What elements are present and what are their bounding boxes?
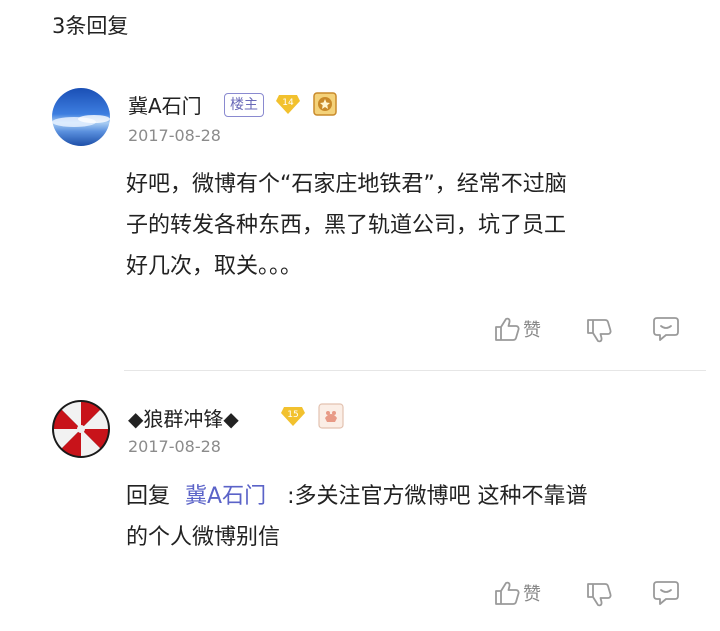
mention-link[interactable]: 冀A石门 — [185, 484, 266, 509]
reply-button[interactable] — [652, 580, 680, 606]
dislike-button[interactable] — [586, 582, 612, 608]
reply-prefix: 回复 — [126, 484, 171, 509]
avatar[interactable] — [52, 88, 110, 146]
like-label: 赞 — [523, 584, 541, 605]
avatar[interactable] — [52, 400, 110, 458]
comment-text: 好吧，微博有个“石家庄地铁君”，经常不过脑 子的转发各种东西，黑了轨道公司，坑了… — [126, 164, 567, 287]
reply-count: 3条回复 — [52, 14, 129, 38]
like-button[interactable]: 赞 — [494, 316, 541, 342]
level-badge: 15 — [281, 405, 305, 431]
comment-line: 回复 冀A石门 :多关注官方微博吧 这种不靠谱 — [126, 476, 587, 517]
comment-line: 好几次，取关。。。 — [126, 254, 303, 279]
comment-line: 的个人微博别信 — [126, 525, 281, 550]
username[interactable]: ◆狼群冲锋◆ — [128, 403, 239, 432]
thumbs-down-icon — [587, 583, 612, 607]
owner-tag: 楼主 — [224, 93, 264, 117]
medal-icon — [318, 403, 344, 433]
post-date: 2017-08-28 — [128, 437, 221, 456]
comment-line: 子的转发各种东西，黑了轨道公司，坑了员工 — [126, 213, 567, 238]
reply-text: :多关注官方微博吧 这种不靠谱 — [287, 484, 588, 509]
medal-icon — [313, 92, 337, 120]
level-badge: 14 — [276, 93, 300, 119]
dislike-button[interactable] — [586, 318, 612, 344]
comment-text: 回复 冀A石门 :多关注官方微博吧 这种不靠谱 的个人微博别信 — [126, 476, 587, 558]
comment-bubble-icon — [653, 317, 679, 341]
level-number: 14 — [282, 98, 294, 108]
username[interactable]: 冀A石门 — [128, 90, 202, 119]
like-button[interactable]: 赞 — [494, 580, 541, 606]
level-number: 15 — [287, 410, 298, 420]
reply-button[interactable] — [652, 316, 680, 342]
comment-bubble-icon — [653, 581, 679, 605]
thumbs-up-icon — [495, 317, 520, 341]
divider — [124, 370, 706, 371]
comment-line: 好吧，微博有个“石家庄地铁君”，经常不过脑 — [126, 172, 567, 197]
post-date: 2017-08-28 — [128, 126, 221, 145]
thumbs-down-icon — [587, 319, 612, 343]
thumbs-up-icon — [495, 581, 520, 605]
like-label: 赞 — [523, 320, 541, 341]
